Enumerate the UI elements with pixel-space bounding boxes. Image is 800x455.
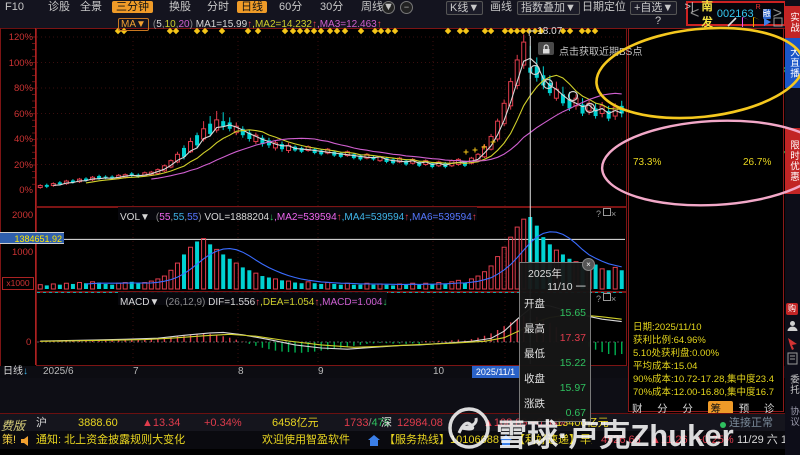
strategy-badge[interactable]: 策! bbox=[2, 434, 16, 447]
popup-field-label: 最高 bbox=[524, 323, 545, 335]
maximize-icon bbox=[603, 208, 612, 216]
popup-field-value: 15.65 bbox=[559, 307, 586, 319]
main-y-tick: 120% bbox=[8, 32, 33, 43]
vol-panel-controls[interactable]: ? × bbox=[596, 208, 626, 219]
sidetab-xieyi[interactable]: 协议 bbox=[785, 402, 800, 430]
x-axis-tick: 9 bbox=[318, 366, 324, 377]
ma-header-row: MA▼ (5,10,20) MA1=15.99↑,MA2=14.232↑,MA3=… bbox=[118, 14, 382, 32]
notice-text-1[interactable]: 通知: 北上资金披露规则大变化 bbox=[36, 434, 185, 447]
vol-axis-mid: 1000 bbox=[12, 247, 34, 258]
vol-axis-top: 2000 bbox=[12, 210, 34, 221]
chip-info-line: 日期:2025/11/10 bbox=[633, 322, 702, 333]
popup-date: 11/10 一 bbox=[547, 281, 586, 293]
close-icon[interactable]: × bbox=[582, 258, 595, 271]
version-tab[interactable]: 费版 bbox=[1, 417, 25, 434]
profit-pct-right: 26.7% bbox=[743, 157, 772, 168]
high-price-label: 18.07 bbox=[537, 26, 562, 37]
kline-tooltip-popup: × 2025年 11/10 一 开盘 15.65 最高 17.37 最低 15.22 收盘 1… bbox=[519, 258, 595, 422]
popup-field-value: 15.97 bbox=[559, 382, 586, 394]
bs-point-hint[interactable]: 点击获取近期BS点 bbox=[559, 43, 642, 58]
sh-index-item: 3888.60 bbox=[78, 417, 118, 429]
index2-item: ▲11.26 bbox=[650, 434, 688, 446]
x-axis-tick: 8 bbox=[238, 366, 244, 377]
x-axis-tick: 10 bbox=[433, 366, 445, 377]
popup-field-label: 开盘 bbox=[524, 298, 545, 310]
index2-item: 4526.66 bbox=[601, 434, 641, 446]
main-y-tick: 80% bbox=[13, 83, 33, 94]
collapse-arrow-icon: ↓ bbox=[23, 366, 28, 377]
x-axis-tick: 7 bbox=[133, 366, 139, 377]
index-status-bar: 沪 3888.60 ▲13.34 +0.34% 6458亿元 1733/476 深 12984… bbox=[0, 413, 800, 433]
ma-row-selector[interactable]: MA▼ bbox=[118, 18, 149, 31]
macd-panel-controls[interactable]: ? × bbox=[596, 293, 626, 304]
main-y-tick: 100% bbox=[8, 57, 33, 69]
maximize-icon bbox=[603, 293, 612, 301]
macd-row-selector[interactable]: MACD▼ bbox=[118, 297, 161, 308]
chip-info-line: 获利比例:64.96% bbox=[633, 335, 706, 346]
connection-dot-icon bbox=[720, 422, 726, 428]
popup-field-value: 15.22 bbox=[559, 357, 586, 369]
pointer-icon[interactable] bbox=[786, 337, 799, 350]
sidetab-weituo[interactable]: 委托 bbox=[785, 370, 800, 398]
candlestick-series bbox=[37, 34, 624, 189]
sz-index-item: 12984.08 bbox=[397, 417, 443, 429]
profit-pct-left: 73.3% bbox=[633, 157, 662, 168]
sh-index-item: +0.34% bbox=[204, 417, 242, 429]
sz-index-item: 深 bbox=[381, 417, 392, 429]
chip-info-line: 平均成本:15.04 bbox=[633, 361, 698, 372]
notice-text-2[interactable]: 欢迎使用智盈软件 bbox=[262, 434, 350, 447]
main-y-tick: 0% bbox=[19, 185, 33, 196]
vol-row-selector[interactable]: VOL▼ bbox=[118, 212, 152, 223]
sh-index-item: ▲13.34 bbox=[142, 417, 181, 429]
vol-unit-label: x1000 bbox=[2, 277, 34, 290]
sidetab-shizhan[interactable]: 实战 bbox=[785, 6, 800, 38]
chip-info-line: 90%成本:10.72-17.28,集中度23.4 bbox=[633, 374, 774, 385]
side-strip: 实战 大直播 限时优惠 购 委托 协议 bbox=[785, 0, 800, 455]
user-icon[interactable] bbox=[786, 319, 799, 332]
chip-info-line: 70%成本:12.00-16.80,集中度16.7 bbox=[633, 387, 774, 398]
collapse-label[interactable]: 日线 bbox=[3, 366, 23, 377]
buy-icon[interactable]: 购 bbox=[786, 303, 798, 315]
notice-hotline[interactable]: 【服务热线】10106688 bbox=[384, 434, 499, 447]
popup-field-label: 涨跌 bbox=[524, 398, 545, 410]
sidetab-promo[interactable]: 限时优惠 bbox=[785, 128, 800, 194]
popup-field-value: 17.37 bbox=[559, 332, 586, 344]
sh-index-item: 沪 bbox=[36, 417, 47, 429]
x-axis-highlight-date: 2025/11/1 bbox=[472, 366, 519, 378]
notice-bar: 策! 通知: 北上资金披露规则大变化 欢迎使用智盈软件 【服务热线】10106688 【… bbox=[0, 431, 800, 449]
vol-header-row: VOL▼ (55,55,55) VOL=1888204↓,MA2=539594↑,… bbox=[118, 207, 477, 223]
popup-field-value: 0.67 bbox=[565, 407, 586, 419]
chip-distribution-panel: 73.3% 26.7% 日期:2025/11/10 获利比例:64.96% 5.10… bbox=[628, 28, 784, 431]
notice-speaker-icon bbox=[21, 436, 28, 446]
popup-field-label: 最低 bbox=[524, 348, 545, 360]
index2-item: +0.25% bbox=[696, 434, 734, 446]
macd-header-row: MACD▼ (26,12,9) DIF=1.556↑,DEA=1.054↑,MAC… bbox=[118, 292, 388, 308]
vol-cursor-value: 1384651.92 bbox=[0, 232, 64, 244]
sh-index-item: 6458亿元 bbox=[272, 417, 319, 429]
trading-app-window: + − ? < 海南发展 002163 R 融 > F10诊股全景三分钟换股分时… bbox=[0, 0, 800, 455]
doc-icon[interactable] bbox=[786, 352, 799, 365]
chip-info-line: 5.10处获利盘:0.00% bbox=[633, 348, 720, 359]
connection-status: 连接正常 bbox=[729, 417, 773, 429]
main-y-tick: 20% bbox=[13, 159, 33, 171]
popup-field-label: 收盘 bbox=[524, 373, 545, 385]
x-axis-tick: 2025/6 bbox=[43, 366, 74, 377]
home-icon[interactable] bbox=[368, 435, 380, 447]
macd-zero-label: 0 bbox=[26, 337, 32, 348]
drawing-tool-icons bbox=[727, 17, 783, 27]
home-icon[interactable] bbox=[500, 435, 512, 447]
sidetab-live[interactable]: 大直播 bbox=[785, 38, 800, 88]
notice-text-3[interactable]: 【利好速递】早关注早受益 bbox=[514, 434, 592, 447]
main-y-tick: 60% bbox=[13, 108, 33, 120]
main-y-tick: 40% bbox=[13, 134, 33, 145]
